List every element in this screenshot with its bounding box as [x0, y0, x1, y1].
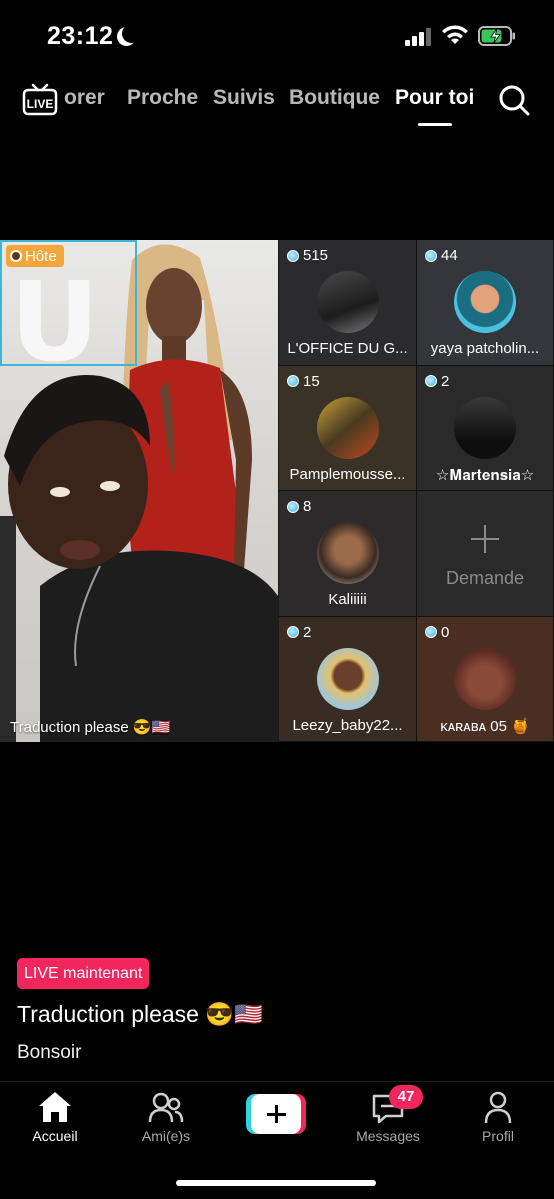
guest-slot[interactable]: 515 L'OFFICE DU G... [279, 240, 417, 366]
host-caption: Traduction please 😎🇺🇸 [10, 719, 171, 736]
tab-home[interactable]: Accueil [10, 1090, 100, 1144]
guest-slot[interactable]: 8 Kaliiiii [279, 491, 417, 617]
top-nav: LIVE orer Proche Suivis Boutique Pour to… [0, 78, 554, 128]
guest-count: 8 [287, 498, 311, 515]
guest-slot[interactable]: 15 Pamplemousse... [279, 365, 417, 491]
avatar[interactable] [454, 647, 516, 710]
battery-icon [478, 26, 515, 46]
host-icon [10, 250, 22, 262]
avatar[interactable] [316, 396, 379, 459]
wifi-icon [442, 25, 468, 44]
gem-icon [287, 626, 299, 638]
guest-count: 15 [287, 373, 320, 390]
host-figure [0, 375, 278, 742]
host-badge-label: Hôte [25, 247, 57, 265]
gem-icon [425, 249, 437, 262]
gem-icon [425, 375, 437, 387]
tab-nearby[interactable]: Proche [127, 86, 198, 110]
friends-icon [148, 1092, 184, 1123]
live-subtitle: Bonsoir [17, 1042, 82, 1063]
live-title: Traduction please 😎🇺🇸 [17, 1001, 263, 1027]
guest-slot[interactable]: 0 ᴋᴀʀᴀʙᴀ 05 🍯 [417, 616, 554, 742]
tab-friends-label: Ami(e)s [141, 1128, 191, 1144]
live-info[interactable]: LIVE maintenant Traduction please 😎🇺🇸 Bo… [17, 958, 537, 1064]
active-tab-indicator [418, 123, 452, 126]
gem-icon [287, 500, 299, 513]
guest-name: yaya patcholin... [430, 340, 540, 357]
search-icon[interactable] [498, 84, 530, 116]
tab-profile[interactable]: Profil [453, 1090, 543, 1144]
profile-icon [484, 1091, 512, 1124]
tab-messages-label: Messages [356, 1128, 420, 1144]
guest-count: 2 [425, 373, 449, 390]
avatar[interactable] [316, 522, 379, 584]
tab-following[interactable]: Suivis [213, 86, 275, 110]
guest-count: 2 [287, 624, 311, 641]
live-tv-icon[interactable]: LIVE [22, 82, 58, 118]
guest-name: Pamplemousse... [289, 465, 406, 483]
guest-count: 44 [425, 247, 458, 264]
create-button[interactable] [246, 1094, 306, 1134]
guest-grid: 515 L'OFFICE DU G... 44 yaya patcholin..… [279, 240, 554, 742]
svg-text:LIVE: LIVE [27, 97, 54, 111]
home-indicator[interactable] [176, 1180, 376, 1186]
tab-profile-label: Profil [482, 1128, 514, 1144]
tab-for-you[interactable]: Pour toi [395, 86, 474, 110]
avatar[interactable] [316, 647, 379, 710]
tab-explore[interactable]: orer [64, 86, 105, 110]
messages-badge: 47 [389, 1085, 423, 1109]
tab-home-label: Accueil [32, 1128, 78, 1144]
avatar[interactable] [316, 271, 379, 333]
guest-name: ☆𝐌𝐚𝐫𝐭𝐞𝐧𝐬𝐢𝐚☆ [435, 466, 535, 484]
avatar[interactable] [454, 396, 516, 459]
host-video[interactable]: U Hôte Traduction please 😎🇺🇸 [0, 240, 278, 742]
tab-shop[interactable]: Boutique [289, 86, 380, 110]
guest-slot[interactable]: 2 Leezy_baby22... [279, 616, 417, 742]
guest-name: ᴋᴀʀᴀʙᴀ 05 🍯 [440, 717, 530, 735]
request-label: Demande [445, 568, 525, 588]
guest-slot[interactable]: 2 ☆𝐌𝐚𝐫𝐭𝐞𝐧𝐬𝐢𝐚☆ [417, 365, 554, 491]
guest-name: L'OFFICE DU G... [287, 340, 408, 357]
tab-friends[interactable]: Ami(e)s [121, 1090, 211, 1144]
guest-count: 0 [425, 624, 449, 641]
live-now-badge: LIVE maintenant [17, 958, 150, 989]
gem-icon [287, 375, 299, 387]
status-bar: 23:12 [0, 0, 554, 70]
guest-name: Leezy_baby22... [292, 716, 403, 734]
plus-icon [471, 525, 499, 553]
moon-icon [122, 24, 141, 43]
gem-icon [425, 626, 437, 638]
avatar[interactable] [454, 271, 516, 333]
guest-count: 515 [287, 247, 328, 264]
guest-name: Kaliiiii [328, 591, 367, 608]
home-icon [39, 1092, 71, 1122]
guest-slot[interactable]: 44 yaya patcholin... [417, 240, 554, 366]
host-badge: Hôte [6, 245, 64, 267]
gem-icon [287, 249, 299, 262]
signal-icon [405, 28, 433, 46]
create-plus-icon [251, 1094, 301, 1134]
status-time: 23:12 [47, 22, 114, 50]
live-preview[interactable]: U Hôte Traduction please 😎🇺🇸 515 L'OFFIC… [0, 240, 554, 742]
request-slot[interactable]: Demande [417, 491, 554, 617]
